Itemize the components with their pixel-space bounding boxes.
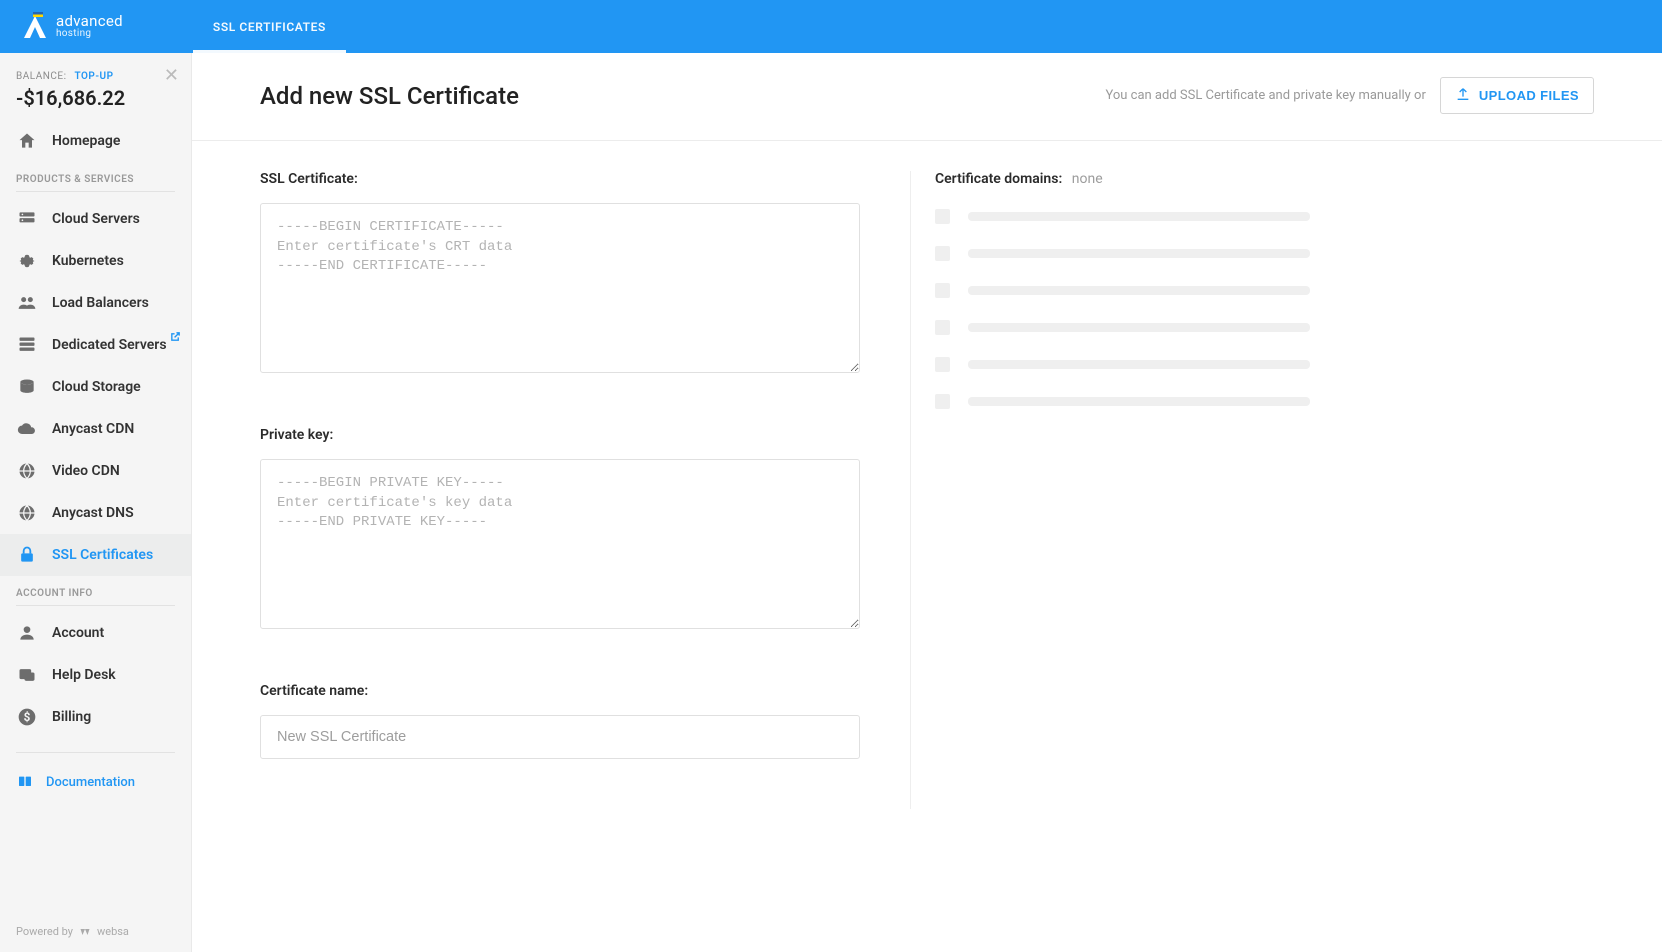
gear-icon bbox=[16, 250, 38, 272]
globe-icon bbox=[16, 502, 38, 524]
main-content: Add new SSL Certificate You can add SSL … bbox=[192, 53, 1662, 952]
topup-link[interactable]: TOP-UP bbox=[75, 71, 114, 82]
nav-label: Load Balancers bbox=[52, 295, 149, 311]
certificate-name-field: Certificate name: bbox=[260, 683, 860, 759]
balance-box: ✕ BALANCE: TOP-UP -$16,686.22 bbox=[0, 53, 191, 120]
cert-label: SSL Certificate: bbox=[260, 171, 860, 187]
skeleton-row bbox=[935, 320, 1310, 335]
nav-kubernetes[interactable]: Kubernetes bbox=[0, 240, 191, 282]
lock-icon bbox=[16, 544, 38, 566]
cloud-icon bbox=[16, 418, 38, 440]
nav-anycast-cdn[interactable]: Anycast CDN bbox=[0, 408, 191, 450]
nav-label: Anycast CDN bbox=[52, 421, 134, 437]
cert-textarea[interactable] bbox=[260, 203, 860, 373]
ssl-certificate-field: SSL Certificate: bbox=[260, 171, 860, 377]
domains-label: Certificate domains: bbox=[935, 171, 1062, 187]
domains-value: none bbox=[1072, 171, 1103, 187]
name-input[interactable] bbox=[260, 715, 860, 759]
nav-cloud-servers[interactable]: Cloud Servers bbox=[0, 198, 191, 240]
skeleton-row bbox=[935, 246, 1310, 261]
nav-label: Cloud Servers bbox=[52, 211, 140, 227]
brand-sub: hosting bbox=[56, 29, 123, 39]
skeleton-row bbox=[935, 394, 1310, 409]
key-textarea[interactable] bbox=[260, 459, 860, 629]
upload-files-button[interactable]: UPLOAD FILES bbox=[1440, 77, 1594, 114]
rack-icon bbox=[16, 334, 38, 356]
page-description: You can add SSL Certificate and private … bbox=[1105, 88, 1425, 103]
tab-ssl-certificates[interactable]: SSL CERTIFICATES bbox=[193, 0, 346, 53]
page-title: Add new SSL Certificate bbox=[260, 82, 519, 110]
globe-icon bbox=[16, 460, 38, 482]
top-header: advanced hosting SSL CERTIFICATES bbox=[0, 0, 1662, 53]
powered-brand: websa bbox=[97, 925, 129, 938]
nav-homepage[interactable]: Homepage bbox=[0, 120, 191, 162]
section-account-header: ACCOUNT INFO bbox=[16, 576, 175, 606]
sidebar: ✕ BALANCE: TOP-UP -$16,686.22 Homepage P… bbox=[0, 53, 192, 952]
dollar-icon: $ bbox=[16, 706, 38, 728]
powered-label: Powered by bbox=[16, 925, 73, 938]
private-key-field: Private key: bbox=[260, 427, 860, 633]
nav-label: Homepage bbox=[52, 133, 120, 149]
logo-icon bbox=[20, 12, 50, 42]
nav-cloud-storage[interactable]: Cloud Storage bbox=[0, 366, 191, 408]
websa-icon bbox=[79, 926, 91, 938]
svg-text:$: $ bbox=[24, 710, 31, 724]
tab-bar: SSL CERTIFICATES bbox=[193, 0, 346, 53]
balance-label: BALANCE: bbox=[16, 71, 67, 82]
nav-load-balancers[interactable]: Load Balancers bbox=[0, 282, 191, 324]
nav-label: Billing bbox=[52, 709, 91, 725]
skeleton-row bbox=[935, 209, 1310, 224]
powered-by: Powered by websa bbox=[0, 911, 191, 952]
divider bbox=[16, 752, 175, 753]
domains-panel: Certificate domains: none bbox=[910, 171, 1310, 809]
tab-label: SSL CERTIFICATES bbox=[213, 20, 326, 34]
nav-helpdesk[interactable]: Help Desk bbox=[0, 654, 191, 696]
upload-icon bbox=[1455, 86, 1471, 105]
cloud-storage-icon bbox=[16, 376, 38, 398]
book-icon bbox=[16, 773, 34, 791]
skeleton-row bbox=[935, 283, 1310, 298]
home-icon bbox=[16, 130, 38, 152]
nav-label: SSL Certificates bbox=[52, 547, 153, 563]
nav-video-cdn[interactable]: Video CDN bbox=[0, 450, 191, 492]
nav-label: Kubernetes bbox=[52, 253, 124, 269]
nav-label: Dedicated Servers bbox=[52, 337, 167, 353]
nav-label: Video CDN bbox=[52, 463, 120, 479]
nav-account[interactable]: Account bbox=[0, 612, 191, 654]
nav-billing[interactable]: $ Billing bbox=[0, 696, 191, 738]
nav-label: Account bbox=[52, 625, 104, 641]
balance-amount: -$16,686.22 bbox=[16, 86, 175, 110]
key-label: Private key: bbox=[260, 427, 860, 443]
nav-anycast-dns[interactable]: Anycast DNS bbox=[0, 492, 191, 534]
skeleton-row bbox=[935, 357, 1310, 372]
servers-icon bbox=[16, 208, 38, 230]
nav-dedicated-servers[interactable]: Dedicated Servers bbox=[0, 324, 191, 366]
section-products-header: PRODUCTS & SERVICES bbox=[16, 162, 175, 192]
external-link-icon bbox=[170, 330, 181, 346]
nav-ssl-certificates[interactable]: SSL Certificates bbox=[0, 534, 191, 576]
brand-logo[interactable]: advanced hosting bbox=[20, 12, 123, 42]
nav-label: Anycast DNS bbox=[52, 505, 134, 521]
helpdesk-icon bbox=[16, 664, 38, 686]
close-icon[interactable]: ✕ bbox=[164, 67, 179, 85]
name-label: Certificate name: bbox=[260, 683, 860, 699]
documentation-label: Documentation bbox=[46, 775, 135, 790]
nav-label: Help Desk bbox=[52, 667, 116, 683]
nav-label: Cloud Storage bbox=[52, 379, 141, 395]
page-header: Add new SSL Certificate You can add SSL … bbox=[192, 53, 1662, 141]
documentation-link[interactable]: Documentation bbox=[0, 767, 191, 797]
users-icon bbox=[16, 292, 38, 314]
person-icon bbox=[16, 622, 38, 644]
upload-label: UPLOAD FILES bbox=[1479, 88, 1579, 103]
brand-name: advanced bbox=[56, 14, 123, 29]
